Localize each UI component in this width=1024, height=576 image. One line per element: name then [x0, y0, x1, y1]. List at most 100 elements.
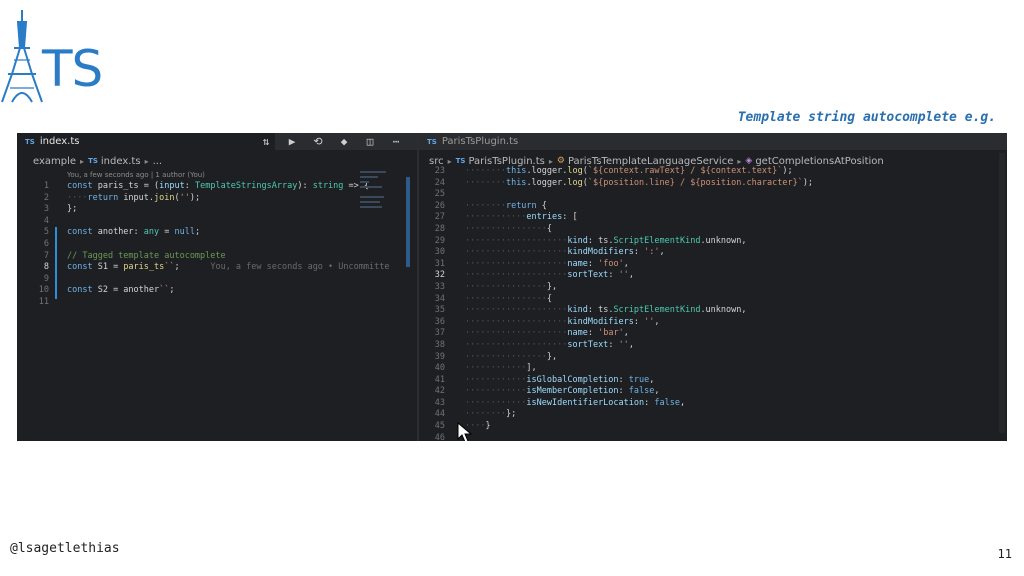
code-text[interactable]: ············isNewIdentifierLocation: fal…	[465, 398, 685, 410]
code-line[interactable]: 34 ················{	[419, 294, 1007, 306]
breadcrumb-item[interactable]: getCompletionsAtPosition	[755, 156, 883, 167]
code-text[interactable]: const S1 = paris_ts``; You, a few second…	[67, 262, 389, 274]
code-line[interactable]: 40 ············],	[419, 363, 1007, 375]
code-line[interactable]: 2 ····return input.join('');	[17, 193, 417, 205]
code-text[interactable]: ····················kind: ts.ScriptEleme…	[465, 236, 747, 248]
code-text[interactable]: // Tagged template autocomplete	[67, 251, 226, 263]
code-text[interactable]: ····················name: 'foo',	[465, 259, 629, 271]
code-line[interactable]: 8 const S1 = paris_ts``; You, a few secon…	[17, 262, 417, 274]
code-line[interactable]: 28 ················{	[419, 224, 1007, 236]
code-line[interactable]: 9	[17, 274, 417, 286]
code-token: ,	[659, 247, 665, 258]
code-text[interactable]: ················{	[465, 294, 552, 306]
code-token: null	[174, 227, 195, 238]
code-text[interactable]: ········this.logger.log(`${position.line…	[465, 178, 813, 190]
code-line[interactable]: 38 ····················sortText: '',	[419, 340, 1007, 352]
code-text[interactable]: ····················kindModifiers: '',	[465, 317, 660, 329]
code-text[interactable]: const paris_ts = (input: TemplateStrings…	[67, 181, 369, 193]
code-line[interactable]: 11	[17, 297, 417, 309]
code-line[interactable]: 43 ············isNewIdentifierLocation: f…	[419, 398, 1007, 410]
split-editor-icon[interactable]: ◫	[363, 135, 377, 148]
code-text[interactable]: ············],	[465, 363, 537, 375]
breadcrumb-item[interactable]: example	[33, 156, 76, 167]
code-text[interactable]: ········this.logger.log(`${context.rawTe…	[465, 166, 793, 178]
code-text[interactable]: ············entries: [	[465, 212, 578, 224]
code-text[interactable]: const another: any = null;	[67, 227, 200, 239]
scrollbar[interactable]	[406, 177, 410, 267]
code-text[interactable]: ············isGlobalCompletion: true,	[465, 375, 654, 387]
code-line[interactable]: 42 ············isMemberCompletion: false,	[419, 386, 1007, 398]
code-text[interactable]: ············isMemberCompletion: false,	[465, 386, 660, 398]
code-line[interactable]: 31 ····················name: 'foo',	[419, 259, 1007, 271]
code-text[interactable]: const S2 = another``;	[67, 285, 175, 297]
code-text[interactable]: ····················sortText: '',	[465, 340, 634, 352]
code-text[interactable]: ····················kind: ts.ScriptEleme…	[465, 305, 747, 317]
code-text[interactable]: ················},	[465, 282, 557, 294]
code-line[interactable]: 7 // Tagged template autocomplete	[17, 251, 417, 263]
tab-label: index.ts	[39, 136, 80, 147]
code-line[interactable]: 4	[17, 216, 417, 228]
code-line[interactable]: 39 ················},	[419, 352, 1007, 364]
code-lines-left[interactable]: 1 const paris_ts = (input: TemplateString…	[17, 181, 417, 309]
code-text[interactable]: ····return input.join('');	[67, 193, 200, 205]
more-icon[interactable]: ⋯	[389, 135, 403, 148]
line-number: 25	[434, 189, 445, 200]
code-token: :	[587, 258, 599, 269]
code-line[interactable]: 5 const another: any = null;	[17, 227, 417, 239]
code-line[interactable]: 46	[419, 433, 1007, 441]
source-control-icon[interactable]: ◆	[337, 135, 351, 148]
code-token: const	[67, 227, 98, 238]
code-line[interactable]: 6	[17, 239, 417, 251]
class-symbol-icon: ⚙	[556, 156, 565, 166]
code-line[interactable]: 30 ····················kindModifiers: ':'…	[419, 247, 1007, 259]
play-icon[interactable]: ▶	[285, 135, 299, 148]
code-token: ············	[465, 363, 527, 374]
git-compare-icon[interactable]: ⇅	[259, 135, 273, 148]
code-token: ····················	[465, 305, 568, 316]
code-line[interactable]: 44 ········};	[419, 409, 1007, 421]
code-token: ,	[654, 316, 660, 327]
git-blame-header[interactable]: You, a few seconds ago | 1 author (You)	[67, 171, 205, 179]
code-line[interactable]: 3};	[17, 204, 417, 216]
go-to-icon[interactable]: ⟲	[311, 135, 325, 148]
code-text[interactable]: ················{	[465, 224, 552, 236]
code-line[interactable]: 25	[419, 189, 1007, 201]
code-token: ,	[623, 258, 629, 269]
code-lines-right[interactable]: 23 ········this.logger.log(`${context.raw…	[419, 166, 1007, 441]
author-handle: @lsagetlethias	[10, 541, 120, 556]
breadcrumb-item[interactable]: ...	[153, 156, 163, 167]
breadcrumb-item[interactable]: index.ts	[101, 156, 141, 167]
code-line[interactable]: 32 ····················sortText: '',	[419, 270, 1007, 282]
code-token: false	[654, 397, 680, 408]
code-line[interactable]: 23 ········this.logger.log(`${context.raw…	[419, 166, 1007, 178]
breadcrumb-item[interactable]: ParisTsPlugin.ts	[468, 156, 544, 167]
tab-index-ts[interactable]: TS index.ts	[17, 133, 275, 150]
code-line[interactable]: 29 ····················kind: ts.ScriptEle…	[419, 236, 1007, 248]
code-token: true	[628, 374, 650, 385]
code-line[interactable]: 36 ····················kindModifiers: '',	[419, 317, 1007, 329]
code-text[interactable]: ········return {	[465, 201, 547, 213]
scrollbar[interactable]	[999, 153, 1005, 433]
code-line[interactable]: 27 ············entries: [	[419, 212, 1007, 224]
line-number: 45	[434, 421, 445, 432]
code-line[interactable]: 37 ····················name: 'bar',	[419, 328, 1007, 340]
tab-paris-ts-plugin[interactable]: TS ParisTsPlugin.ts	[419, 133, 579, 150]
code-token: ''	[644, 316, 655, 327]
code-text[interactable]: ········};	[465, 409, 516, 421]
code-line[interactable]: 26 ········return {	[419, 201, 1007, 213]
code-line[interactable]: 35 ····················kind: ts.ScriptEle…	[419, 305, 1007, 317]
code-line[interactable]: 1 const paris_ts = (input: TemplateString…	[17, 181, 417, 193]
code-text[interactable]: };	[67, 204, 77, 216]
code-line[interactable]: 10 const S2 = another``;	[17, 285, 417, 297]
code-line[interactable]: 33 ················},	[419, 282, 1007, 294]
minimap[interactable]	[360, 171, 404, 291]
code-text[interactable]: ····················sortText: '',	[465, 270, 634, 282]
breadcrumb-item[interactable]: ParisTsTemplateLanguageService	[568, 156, 733, 167]
code-text[interactable]: ····················name: 'bar',	[465, 328, 629, 340]
breadcrumb-item[interactable]: src	[429, 156, 444, 167]
code-line[interactable]: 24 ········this.logger.log(`${position.li…	[419, 178, 1007, 190]
code-line[interactable]: 41 ············isGlobalCompletion: true,	[419, 375, 1007, 387]
code-line[interactable]: 45 ····}	[419, 421, 1007, 433]
code-text[interactable]: ····················kindModifiers: ':',	[465, 247, 665, 259]
code-text[interactable]: ················},	[465, 352, 557, 364]
